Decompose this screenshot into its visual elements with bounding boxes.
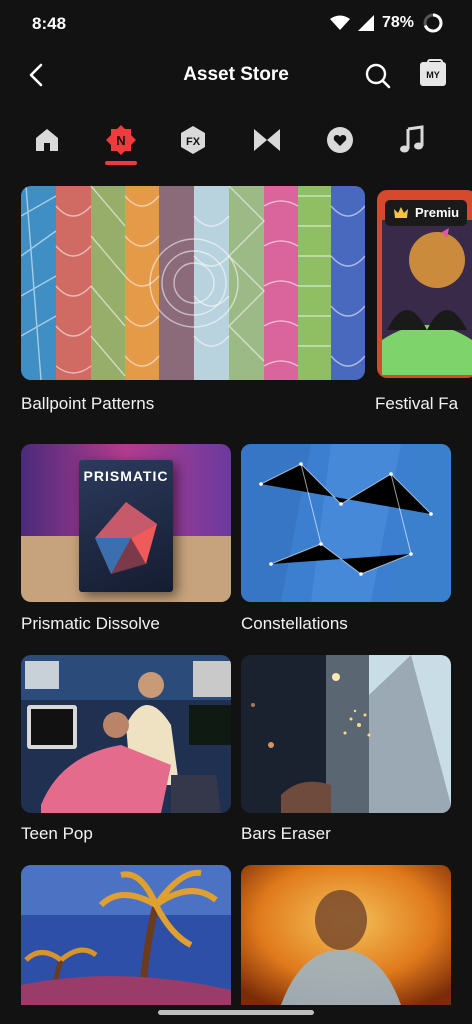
prismatic-dissolve-label[interactable]: Prismatic Dissolve (21, 614, 160, 634)
blur-portrait-image (241, 865, 451, 1005)
my-bag-icon: MY (420, 59, 446, 86)
my-assets-button[interactable]: MY (420, 59, 448, 88)
new-icon-letter: N (116, 133, 125, 148)
ballpoint-patterns-thumbnail[interactable] (21, 186, 365, 380)
teen-pop-thumbnail[interactable] (21, 655, 231, 813)
ballpoint-patterns-label[interactable]: Ballpoint Patterns (21, 394, 154, 414)
fx-icon-text: FX (186, 136, 201, 148)
tab-effects[interactable]: FX (171, 118, 215, 162)
tab-transitions[interactable] (245, 118, 289, 162)
constellations-image (241, 444, 451, 602)
status-time: 8:48 (32, 14, 67, 33)
festival-thumbnail[interactable]: Premiu (377, 190, 472, 378)
app-header: Asset Store MY (0, 52, 472, 98)
premium-badge-text: Premiu (415, 205, 460, 220)
prismatic-box-title: PRISMATIC (83, 468, 169, 484)
constellations-label[interactable]: Constellations (241, 614, 348, 634)
category-tabs: N FX (0, 112, 472, 170)
wifi-icon (329, 15, 350, 30)
battery-icon (423, 13, 443, 33)
tab-new[interactable]: N (99, 118, 143, 162)
status-bar: 8:48 78% (0, 0, 472, 48)
palm-painting-image (21, 865, 231, 1005)
ballpoint-patterns-image (21, 186, 365, 380)
bars-eraser-label[interactable]: Bars Eraser (241, 824, 331, 844)
bars-eraser-thumbnail[interactable] (241, 655, 451, 813)
active-tab-indicator (105, 161, 137, 165)
crown-icon (394, 207, 408, 218)
search-icon (365, 63, 391, 89)
status-icons: 78% (329, 12, 444, 34)
teen-pop-image (21, 655, 231, 813)
search-button[interactable] (362, 60, 394, 92)
teen-pop-label[interactable]: Teen Pop (21, 824, 93, 844)
music-icon (400, 125, 424, 153)
tab-music[interactable] (390, 118, 434, 162)
festival-label[interactable]: Festival Fa (375, 394, 458, 414)
signal-icon (357, 15, 374, 31)
my-label: MY (426, 70, 440, 80)
prismatic-dissolve-thumbnail[interactable]: PRISMATIC (21, 444, 231, 602)
sticker-icon (327, 127, 353, 153)
blur-portrait-thumbnail[interactable] (241, 865, 451, 1005)
transition-icon (254, 129, 280, 151)
prism-cube-graphic (95, 502, 157, 574)
bars-eraser-image (241, 655, 451, 813)
palm-painting-thumbnail[interactable] (21, 865, 231, 1005)
tab-stickers[interactable] (318, 118, 362, 162)
premium-badge: Premiu (385, 200, 468, 226)
home-icon (36, 129, 58, 151)
home-indicator[interactable] (158, 1010, 314, 1015)
tab-home[interactable] (25, 118, 69, 162)
fx-icon: FX (181, 126, 205, 154)
page-title: Asset Store (183, 64, 289, 85)
constellations-thumbnail[interactable] (241, 444, 451, 602)
new-icon: N (106, 125, 136, 155)
battery-percent: 78% (381, 14, 414, 31)
prismatic-product-box: PRISMATIC (79, 460, 173, 592)
